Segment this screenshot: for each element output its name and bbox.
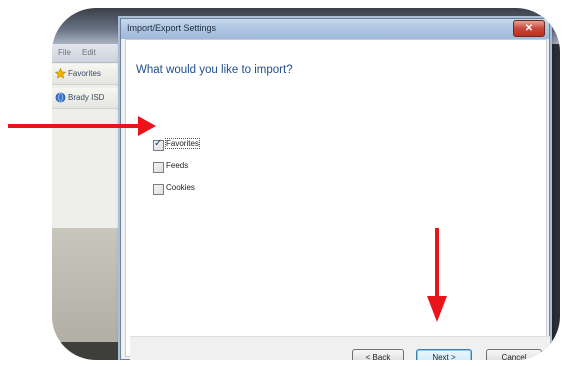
annotation-arrowhead-down [427, 296, 447, 322]
feeds-checkbox[interactable] [153, 162, 164, 173]
next-button[interactable]: Next > [416, 349, 472, 360]
brady-isd-label: Brady ISD [68, 93, 105, 102]
import-export-dialog: Import/Export Settings ✕ What would you … [120, 18, 550, 360]
close-button[interactable]: ✕ [513, 20, 545, 37]
favorites-label[interactable]: Favorites [165, 138, 200, 149]
globe-icon [55, 92, 66, 103]
dialog-titlebar[interactable]: Import/Export Settings ✕ [121, 19, 549, 39]
cookies-label[interactable]: Cookies [166, 183, 195, 192]
cancel-button[interactable]: Cancel [486, 349, 542, 360]
background-desktop-area [52, 228, 124, 360]
favorites-bar-label: Favorites [68, 69, 101, 78]
screenshot-photo: File Edit Favorites Brady ISD Import/Exp… [52, 8, 560, 360]
annotation-arrow-horizontal [8, 124, 144, 128]
brady-isd-tab[interactable]: Brady ISD [52, 88, 124, 109]
feeds-label[interactable]: Feeds [166, 161, 188, 170]
menu-edit[interactable]: Edit [82, 48, 96, 57]
dialog-title: Import/Export Settings [127, 23, 217, 33]
annotation-arrowhead-right [138, 116, 156, 136]
star-icon [55, 68, 66, 79]
background-menu-bar: File Edit [52, 44, 124, 63]
favorites-checkbox[interactable] [153, 138, 164, 151]
dialog-content: What would you like to import? Favorites… [125, 39, 550, 360]
close-icon: ✕ [524, 23, 534, 34]
favorites-bar-button[interactable]: Favorites [52, 64, 124, 85]
cookies-checkbox[interactable] [153, 184, 164, 195]
menu-file[interactable]: File [58, 48, 71, 57]
back-button[interactable]: < Back [352, 349, 404, 360]
annotation-arrow-vertical [435, 228, 439, 300]
dialog-footer: < Back Next > Cancel [130, 336, 550, 360]
dialog-heading: What would you like to import? [136, 64, 293, 76]
